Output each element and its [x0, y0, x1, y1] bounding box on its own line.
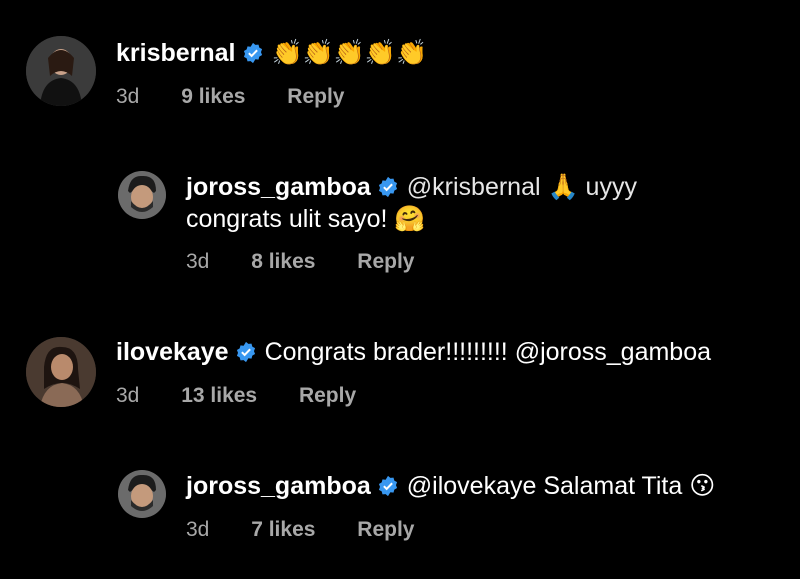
user-photo-icon [118, 470, 166, 518]
verified-badge-icon [378, 475, 397, 497]
user-photo-icon [118, 171, 166, 219]
reply-button[interactable]: Reply [299, 384, 356, 407]
username[interactable]: joross_gamboa [186, 472, 371, 500]
comment-text: @ilovekaye Salamat Tita 😗 [406, 472, 716, 500]
verified-badge-icon [243, 42, 262, 64]
likes-count[interactable]: 9 likes [181, 85, 245, 108]
avatar[interactable] [26, 36, 96, 106]
reply-button[interactable]: Reply [287, 85, 344, 108]
comment-text-line1: @krisbernal 🙏 uyyy [406, 173, 637, 201]
timestamp: 3d [186, 518, 210, 541]
timestamp: 3d [186, 250, 210, 273]
user-photo-icon [26, 337, 96, 407]
comment-text: Congrats brader!!!!!!!!! @joross_gamboa [264, 338, 712, 366]
comment-text-line2: congrats ulit sayo! 🤗 [186, 205, 426, 233]
reply-button[interactable]: Reply [357, 250, 414, 273]
user-photo-icon [26, 36, 96, 106]
username[interactable]: krisbernal [116, 39, 236, 67]
avatar[interactable] [26, 337, 96, 407]
avatar[interactable] [118, 470, 166, 518]
username[interactable]: ilovekaye [116, 338, 229, 366]
username[interactable]: joross_gamboa [186, 173, 371, 201]
verified-badge-icon [236, 341, 255, 363]
avatar[interactable] [118, 171, 166, 219]
comment-text: 👏👏👏👏👏 [271, 38, 428, 67]
likes-count[interactable]: 13 likes [181, 384, 257, 407]
likes-count[interactable]: 8 likes [251, 250, 315, 273]
timestamp: 3d [116, 384, 140, 407]
likes-count[interactable]: 7 likes [251, 518, 315, 541]
verified-badge-icon [378, 176, 397, 198]
reply-button[interactable]: Reply [357, 518, 414, 541]
timestamp: 3d [116, 85, 140, 108]
